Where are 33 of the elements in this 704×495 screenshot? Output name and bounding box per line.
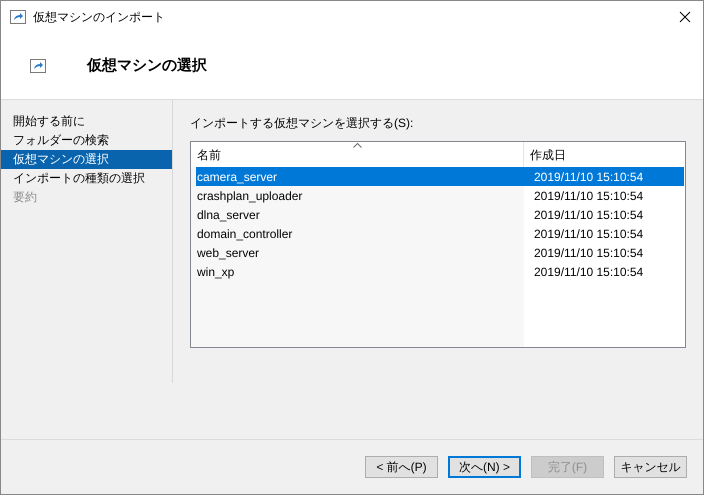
created-date: 2019/11/10 15:10:54 bbox=[533, 226, 644, 242]
vm-row[interactable]: dlna_server 2019/11/10 15:10:54 bbox=[196, 205, 684, 224]
vm-row[interactable]: web_server 2019/11/10 15:10:54 bbox=[196, 243, 684, 262]
list-prompt: インポートする仮想マシンを選択する(S): bbox=[190, 115, 414, 132]
created-date: 2019/11/10 15:10:54 bbox=[533, 206, 644, 224]
created-date: 2019/11/10 15:10:54 bbox=[533, 188, 644, 204]
app-icon bbox=[10, 10, 26, 24]
vm-row[interactable]: domain_controller 2019/11/10 15:10:54 bbox=[196, 224, 684, 243]
vm-row[interactable]: camera_server 2019/11/10 15:10:54 bbox=[196, 167, 684, 186]
wizard-button[interactable]: 次へ(N) > bbox=[448, 456, 521, 478]
created-date: 2019/11/10 15:10:54 bbox=[533, 264, 644, 280]
created-date: 2019/11/10 15:10:54 bbox=[533, 244, 644, 262]
vm-name: web_server bbox=[196, 244, 260, 262]
vm-name: camera_server bbox=[196, 168, 278, 186]
wizard-step[interactable]: 仮想マシンの選択 bbox=[1, 150, 172, 169]
column-header[interactable]: 名前 bbox=[191, 142, 524, 167]
header-icon bbox=[30, 59, 46, 73]
wizard-button[interactable]: < 前へ(P) bbox=[365, 456, 438, 478]
wizard-step[interactable]: フォルダーの検索 bbox=[1, 131, 172, 150]
window-title: 仮想マシンのインポート bbox=[33, 9, 165, 26]
vm-name: domain_controller bbox=[196, 226, 294, 242]
close-icon[interactable] bbox=[679, 11, 691, 23]
page-heading: 仮想マシンの選択 bbox=[87, 56, 207, 76]
vm-name: win_xp bbox=[196, 264, 236, 280]
vm-row[interactable]: crashplan_uploader 2019/11/10 15:10:54 bbox=[196, 186, 684, 205]
wizard-button[interactable]: キャンセル bbox=[614, 456, 687, 478]
vm-name: crashplan_uploader bbox=[196, 188, 304, 204]
vm-row[interactable]: win_xp 2019/11/10 15:10:54 bbox=[196, 262, 684, 281]
wizard-step[interactable]: 開始する前に bbox=[1, 112, 172, 131]
created-date: 2019/11/10 15:10:54 bbox=[533, 168, 644, 186]
vm-name: dlna_server bbox=[196, 206, 261, 224]
wizard-step[interactable]: インポートの種類の選択 bbox=[1, 169, 172, 188]
column-header[interactable]: 作成日 bbox=[524, 142, 685, 167]
